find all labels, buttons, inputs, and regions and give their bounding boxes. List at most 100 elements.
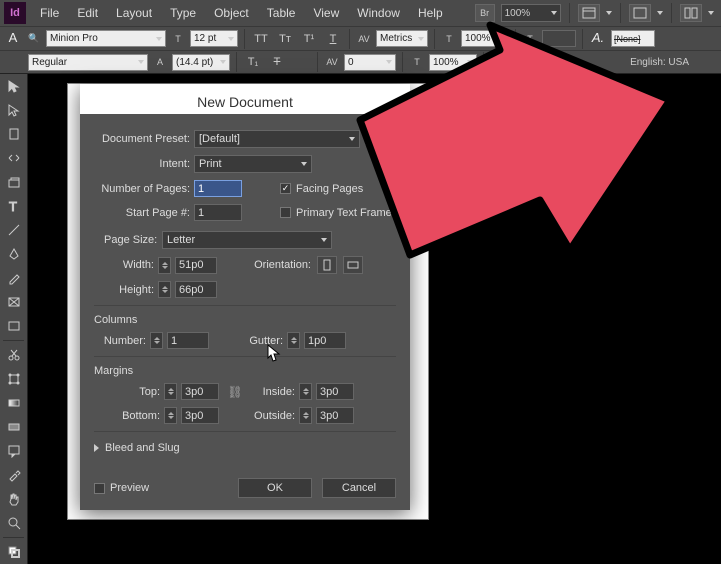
colnum-input[interactable]: 1 — [167, 332, 209, 349]
hand-tool[interactable] — [0, 487, 28, 511]
zoom-combo[interactable]: 100% — [501, 4, 561, 22]
menu-window[interactable]: Window — [349, 3, 408, 23]
startpage-input[interactable]: 1 — [194, 204, 242, 221]
note-tool[interactable] — [0, 439, 28, 463]
link-margins-icon[interactable]: ⛓ — [223, 385, 247, 399]
zoom-tool[interactable] — [0, 511, 28, 535]
colnum-stepper[interactable] — [150, 332, 163, 349]
intent-label: Intent: — [94, 158, 190, 170]
pencil-tool[interactable] — [0, 266, 28, 290]
margin-top-input[interactable]: 3p0 — [181, 383, 219, 400]
free-transform-tool[interactable] — [0, 367, 28, 391]
gradient-feather-tool[interactable] — [0, 415, 28, 439]
charstyle-combo[interactable]: [None] — [611, 30, 655, 47]
menu-type[interactable]: Type — [162, 3, 204, 23]
font-family-combo[interactable]: Minion Pro — [46, 30, 166, 47]
width-stepper[interactable] — [158, 257, 171, 274]
eyedropper-tool[interactable] — [0, 463, 28, 487]
skew-input[interactable] — [510, 54, 544, 71]
leading-combo[interactable]: (14.4 pt) — [172, 54, 230, 71]
primary-text-checkbox[interactable]: Primary Text Frame — [280, 207, 392, 219]
fill-stroke-swatch[interactable] — [0, 540, 28, 564]
margins-header: Margins — [94, 365, 396, 377]
gradient-swatch-tool[interactable] — [0, 391, 28, 415]
preset-combo[interactable]: [Default] — [194, 130, 360, 148]
menu-file[interactable]: File — [32, 3, 67, 23]
kerning-combo[interactable]: Metrics — [376, 30, 428, 47]
orientation-portrait-icon[interactable] — [317, 256, 337, 274]
height-stepper[interactable] — [158, 281, 171, 298]
language-combo[interactable]: English: USA — [630, 57, 693, 68]
rectangle-frame-tool[interactable] — [0, 290, 28, 314]
bridge-button[interactable]: Br — [475, 4, 495, 22]
dialog-title: New Document — [80, 84, 410, 124]
baseline-input[interactable] — [542, 30, 576, 47]
save-preset-icon[interactable]: 💾 — [364, 132, 378, 146]
menu-object[interactable]: Object — [206, 3, 257, 23]
superscript-button[interactable]: T¹ — [299, 30, 319, 47]
vscale-combo[interactable]: 100% — [461, 30, 509, 47]
page-tool[interactable] — [0, 122, 28, 146]
height-input[interactable]: 66p0 — [175, 281, 217, 298]
hscale-combo[interactable]: 100% — [429, 54, 477, 71]
menu-edit[interactable]: Edit — [69, 3, 106, 23]
menu-help[interactable]: Help — [410, 3, 451, 23]
margin-outside-stepper[interactable] — [299, 407, 312, 424]
menu-table[interactable]: Table — [259, 3, 304, 23]
pen-tool[interactable] — [0, 242, 28, 266]
intent-combo[interactable]: Print — [194, 155, 312, 173]
orientation-landscape-icon[interactable] — [343, 256, 363, 274]
facing-pages-checkbox[interactable]: ✓Facing Pages — [280, 183, 363, 195]
direct-select-tool[interactable] — [0, 98, 28, 122]
delete-preset-icon[interactable]: 🗑 — [382, 132, 396, 146]
selection-tool[interactable] — [0, 74, 28, 98]
app-logo: Id — [4, 2, 26, 24]
type-tool[interactable]: T — [0, 194, 28, 218]
rectangle-tool[interactable] — [0, 314, 28, 338]
menu-layout[interactable]: Layout — [108, 3, 160, 23]
content-collector-tool[interactable] — [0, 170, 28, 194]
arrange-docs-icon[interactable] — [680, 4, 702, 22]
underline-button[interactable]: T — [323, 30, 343, 47]
subscript-button[interactable]: T₁ — [243, 54, 263, 71]
font-search-icon[interactable]: 🔍 — [26, 30, 42, 47]
preview-checkbox[interactable]: Preview — [94, 482, 149, 494]
cancel-button[interactable]: Cancel — [322, 478, 396, 498]
gutter-input[interactable]: 1p0 — [304, 332, 346, 349]
bleed-slug-toggle[interactable]: Bleed and Slug — [94, 442, 396, 454]
tracking-combo[interactable]: 0 — [344, 54, 396, 71]
pagesize-combo[interactable]: Letter — [162, 231, 332, 249]
line-tool[interactable] — [0, 218, 28, 242]
font-style-combo[interactable]: Regular — [28, 54, 148, 71]
gap-tool[interactable] — [0, 146, 28, 170]
margin-outside-input[interactable]: 3p0 — [316, 407, 354, 424]
preset-label: Document Preset: — [94, 133, 190, 145]
smallcaps-button[interactable]: Tᴛ — [275, 30, 295, 47]
skew-icon: T — [490, 54, 506, 71]
char-format-icon[interactable]: A — [4, 30, 22, 48]
margin-inside-stepper[interactable] — [299, 383, 312, 400]
allcaps-button[interactable]: TT — [251, 30, 271, 47]
view-options-icon[interactable] — [578, 4, 600, 22]
baseline-icon: T — [522, 30, 538, 47]
numpages-input[interactable]: 1 — [194, 180, 242, 197]
margin-top-stepper[interactable] — [164, 383, 177, 400]
margin-bottom-input[interactable]: 3p0 — [181, 407, 219, 424]
margin-inside-input[interactable]: 3p0 — [316, 383, 354, 400]
scissors-tool[interactable] — [0, 343, 28, 367]
new-document-dialog: New Document Document Preset: [Default] … — [80, 84, 410, 510]
menu-view[interactable]: View — [305, 3, 347, 23]
strike-button[interactable]: T — [267, 54, 287, 71]
leading-icon: A — [152, 54, 168, 71]
font-size-combo[interactable]: 12 pt — [190, 30, 238, 47]
margin-outside-label: Outside: — [251, 410, 295, 422]
margin-bottom-label: Bottom: — [94, 410, 160, 422]
width-input[interactable]: 51p0 — [175, 257, 217, 274]
tracking-icon: AV — [324, 54, 340, 71]
tools-panel: T — [0, 74, 28, 564]
screen-mode-icon[interactable] — [629, 4, 651, 22]
gutter-stepper[interactable] — [287, 332, 300, 349]
ok-button[interactable]: OK — [238, 478, 312, 498]
margin-bottom-stepper[interactable] — [164, 407, 177, 424]
kerning-icon: AV — [356, 30, 372, 47]
